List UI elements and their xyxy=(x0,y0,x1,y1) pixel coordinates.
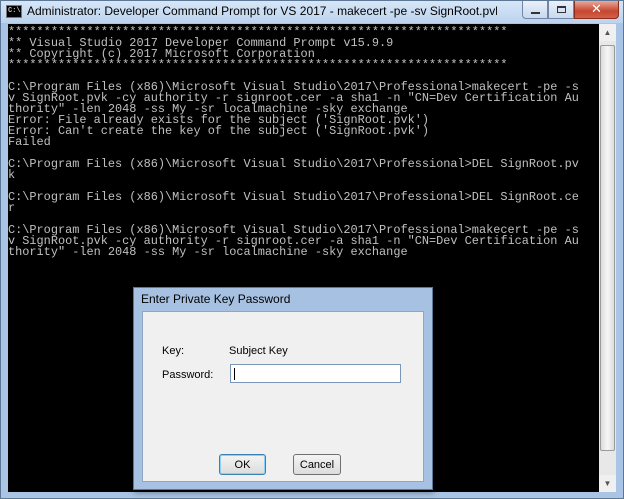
scrollbar-thumb[interactable] xyxy=(600,45,615,451)
scroll-up-icon: ▲ xyxy=(603,28,612,37)
maximize-icon xyxy=(556,6,566,13)
scroll-down-button[interactable]: ▼ xyxy=(599,475,616,492)
scroll-down-icon: ▼ xyxy=(603,479,612,488)
console-text: ****************************************… xyxy=(8,25,579,259)
dialog-body: Key: Subject Key Password: OK Cancel xyxy=(142,311,424,482)
ok-button[interactable]: OK xyxy=(219,454,266,475)
dialog-title: Enter Private Key Password xyxy=(141,292,291,306)
maximize-button[interactable] xyxy=(548,1,574,19)
scroll-up-button[interactable]: ▲ xyxy=(599,24,616,41)
password-label: Password: xyxy=(162,369,214,381)
key-label: Key: xyxy=(162,345,185,357)
window-title: Administrator: Developer Command Prompt … xyxy=(27,4,497,18)
minimize-icon xyxy=(530,11,540,14)
close-button[interactable]: ✕ xyxy=(574,1,619,19)
vertical-scrollbar[interactable]: ▲ ▼ xyxy=(599,24,616,492)
title-bar[interactable]: C:\ Administrator: Developer Command Pro… xyxy=(1,1,623,23)
cancel-button[interactable]: Cancel xyxy=(293,454,341,475)
minimize-button[interactable] xyxy=(522,1,548,19)
key-value: Subject Key xyxy=(229,345,288,357)
console-app-icon[interactable]: C:\ xyxy=(6,5,22,18)
close-icon: ✕ xyxy=(591,2,602,17)
text-caret xyxy=(234,368,235,380)
private-key-password-dialog: Enter Private Key Password Key: Subject … xyxy=(133,287,433,490)
password-input[interactable] xyxy=(230,364,401,383)
